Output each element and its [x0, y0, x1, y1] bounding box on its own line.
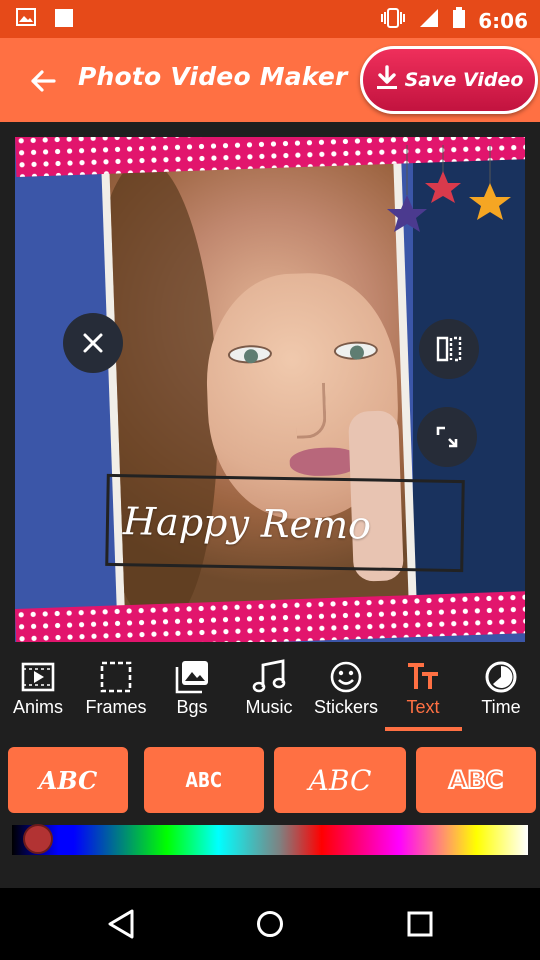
- text-style-option-1[interactable]: ABC: [8, 747, 128, 813]
- flip-icon[interactable]: [419, 319, 479, 379]
- app-bar: Photo Video Maker Save Video: [0, 38, 540, 122]
- color-slider-handle[interactable]: [22, 824, 53, 854]
- timer-icon: [483, 659, 519, 695]
- square-icon: [54, 8, 74, 32]
- save-video-label: Save Video: [404, 69, 524, 91]
- text-style-option-4[interactable]: ABC: [416, 747, 536, 813]
- frame-icon: [98, 659, 134, 695]
- resize-icon[interactable]: [417, 407, 477, 467]
- smiley-icon: [328, 659, 364, 695]
- music-note-icon: [251, 659, 287, 695]
- text-style-option-3[interactable]: ABC: [274, 747, 406, 813]
- color-picker-slider[interactable]: [12, 825, 528, 855]
- status-bar: 6:06: [0, 0, 540, 38]
- tab-time[interactable]: Time: [451, 655, 540, 731]
- back-arrow-icon[interactable]: [26, 64, 60, 98]
- signal-icon: [418, 7, 440, 34]
- back-triangle-icon[interactable]: [106, 908, 136, 944]
- preview-canvas[interactable]: Happy Remo: [15, 137, 525, 642]
- text-icon: [405, 659, 441, 695]
- clock-time: 6:06: [478, 8, 528, 33]
- system-nav-bar: [0, 888, 540, 960]
- tab-time-label: Time: [481, 697, 521, 717]
- recents-square-icon[interactable]: [406, 910, 434, 942]
- app-title: Photo Video Maker: [78, 62, 348, 91]
- home-circle-icon[interactable]: [256, 910, 284, 942]
- text-style-option-2[interactable]: ABC: [144, 747, 264, 813]
- overlay-text: Happy Remo: [122, 499, 372, 548]
- text-style-options: ABC ABC ABC ABC: [0, 747, 540, 813]
- close-icon[interactable]: [63, 313, 123, 373]
- download-icon: [375, 65, 399, 95]
- hanging-stars-decoration: [387, 145, 523, 255]
- film-play-icon: [20, 659, 56, 695]
- image-icon: [16, 8, 36, 32]
- active-tab-indicator: [385, 727, 462, 731]
- save-video-button[interactable]: Save Video: [360, 46, 538, 114]
- vibrate-icon: [380, 8, 406, 33]
- gallery-icon: [174, 659, 210, 695]
- text-sticker-box[interactable]: Happy Remo: [105, 473, 465, 573]
- battery-icon: [452, 7, 466, 34]
- editor-toolbar: Anims Frames Bgs Music Stickers Text Tim…: [0, 655, 540, 735]
